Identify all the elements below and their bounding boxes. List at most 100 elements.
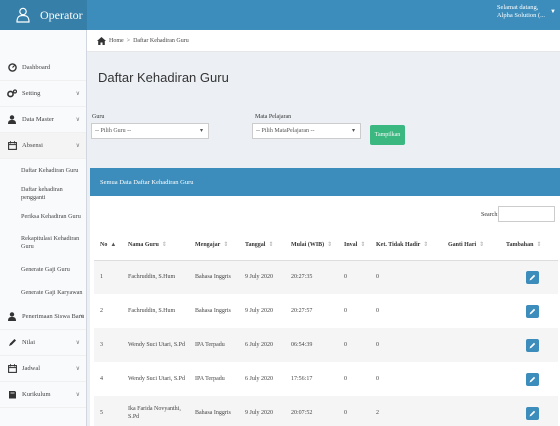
sort-icon: ⇕ — [360, 242, 366, 249]
sidebar-item-kurikulum[interactable]: Kurikulum ∨ — [0, 382, 86, 408]
tampilkan-button[interactable]: Tampilkan — [370, 125, 405, 145]
search-input[interactable] — [498, 206, 555, 222]
brand[interactable]: Operator — [0, 0, 87, 30]
user-menu[interactable]: Selamat datang, Alpha Solution (... ▼ — [497, 4, 556, 20]
chevron-down-icon: ▾ — [351, 128, 355, 134]
cell-tambahan — [500, 362, 558, 396]
column-header-mengajar[interactable]: Mengajar ⇕ — [189, 230, 239, 261]
mapel-label: Mata Pelajaran — [255, 114, 292, 120]
sidebar-item-data-master[interactable]: Data Master ∨ — [0, 107, 86, 133]
cell-nama-guru: Fachruddin, S.Hum — [128, 308, 176, 314]
cell-ganti-hari — [442, 396, 500, 426]
sidebar-subitem-generate-gaji-guru[interactable]: Generate Gaji Guru — [0, 258, 86, 281]
column-header-ket-tidak-hadir[interactable]: Ket. Tidak Hadir ⇕ — [370, 230, 442, 261]
cell-nama-guru: Ika Farida Novyanthi, S.Pd — [122, 396, 189, 426]
cell-no: 5 — [94, 396, 122, 426]
sidebar-subitem-periksa-kehadiran-guru[interactable]: Periksa Kehadiran Guru — [0, 205, 86, 228]
cell-ganti-hari — [442, 260, 500, 294]
cell-mulai: 20:27:35 — [285, 260, 338, 294]
cell-nama-guru: Wendy Suci Utari, S.Pd — [128, 376, 186, 382]
cell-mulai: 20:07:52 — [285, 396, 338, 426]
cell-mengajar: IPA Terpadu — [189, 328, 239, 362]
pencil-icon — [529, 410, 536, 416]
cell-mengajar: IPA Terpadu — [195, 376, 225, 382]
user-icon — [7, 115, 17, 125]
chevron-down-icon: ∨ — [75, 117, 80, 123]
column-header-nama-guru[interactable]: Nama Guru ⇕ — [122, 230, 189, 261]
sidebar-item-label: Setting — [22, 90, 41, 97]
table-row: 1 Fachruddin, S.Hum Bahasa Inggris 9 Jul… — [94, 260, 558, 294]
pencil-icon — [7, 338, 17, 348]
sidebar-item-dashboard[interactable]: Dashboard — [0, 55, 86, 81]
cell-no: 2 — [100, 308, 103, 314]
pencil-icon — [529, 274, 536, 281]
sort-icon: ⇕ — [161, 242, 167, 249]
calendar-icon — [7, 141, 17, 151]
page-title: Daftar Kehadiran Guru — [98, 70, 229, 85]
cell-nama-guru: Wendy Suci Utari, S.Pd — [122, 328, 189, 362]
home-icon — [97, 36, 106, 45]
cell-tanggal: 9 July 2020 — [239, 396, 285, 426]
guru-select[interactable]: -- Pilih Guru -- ▾ — [91, 123, 209, 139]
sidebar-subitem-daftar-kehadiran-guru[interactable]: Daftar Kehadiran Guru — [0, 159, 86, 182]
main-content: Home > Daftar Kehadiran Guru Daftar Keha… — [87, 30, 560, 426]
attendance-table: No ▲ Nama Guru ⇕ Mengajar ⇕ Tanggal ⇕ Mulai … — [94, 230, 558, 426]
sidebar-subitem-generate-gaji-karyawan[interactable]: Generate Gaji Karyawan — [0, 281, 86, 304]
sidebar: Dashboard Setting ∨ Data Master ∨ Absens… — [0, 30, 87, 426]
cell-tambahan — [500, 328, 558, 362]
cell-mengajar: Bahasa Inggris — [189, 260, 239, 294]
edit-button[interactable] — [526, 338, 539, 352]
cell-no: 3 — [94, 328, 122, 362]
gears-icon — [7, 89, 17, 99]
sort-icon: ⇕ — [423, 242, 429, 249]
cell-ket-tidak-hadir: 2 — [370, 396, 442, 426]
cell-ket-tidak-hadir: 0 — [370, 260, 442, 294]
edit-button[interactable] — [526, 406, 539, 420]
cell-inval: 0 — [338, 260, 370, 294]
calendar-icon — [7, 364, 17, 374]
cell-ganti-hari — [442, 362, 500, 396]
chevron-down-icon: ∨ — [75, 392, 80, 398]
chevron-down-icon: ∨ — [79, 314, 84, 320]
sort-asc-icon: ▲ — [110, 241, 117, 248]
cell-tanggal: 6 July 2020 — [245, 376, 274, 382]
cell-tambahan — [500, 294, 558, 328]
sidebar-item-jadwal[interactable]: Jadwal ∨ — [0, 356, 86, 382]
column-header-tambahan[interactable]: Tambahan ⇕ — [500, 230, 558, 261]
cell-tambahan — [500, 260, 558, 294]
edit-button[interactable] — [526, 372, 539, 386]
edit-button[interactable] — [526, 304, 539, 318]
cell-mulai: 06:54:39 — [285, 328, 338, 362]
breadcrumb-home-link[interactable]: Home — [109, 38, 124, 44]
sidebar-item-absensi[interactable]: Absensi ∨ — [0, 133, 86, 159]
sidebar-item-nilai[interactable]: Nilai ∨ — [0, 330, 86, 356]
cell-mengajar: Bahasa Inggris — [195, 308, 231, 314]
sort-icon: ⇕ — [536, 242, 542, 249]
mapel-select-value: -- Pilih MataPelajaran -- — [256, 128, 315, 134]
mapel-select[interactable]: -- Pilih MataPelajaran -- ▾ — [252, 123, 361, 139]
book-icon — [7, 390, 17, 400]
column-header-mulai[interactable]: Mulai (WIB) ⇕ — [285, 230, 338, 261]
sort-icon: ⇕ — [479, 242, 485, 249]
cell-nama-guru: Fachruddin, S.Hum — [122, 260, 189, 294]
sidebar-item-label: Absensi — [22, 142, 43, 149]
sidebar-item-penerimaan-siswa-baru[interactable]: Penerimaan Siswa Baru ∨ — [0, 304, 86, 330]
sort-icon: ⇕ — [268, 242, 274, 249]
column-header-tanggal[interactable]: Tanggal ⇕ — [239, 230, 285, 261]
sidebar-item-label: Jadwal — [22, 365, 41, 372]
chevron-down-icon: ∨ — [75, 91, 80, 97]
column-header-inval[interactable]: Inval ⇕ — [338, 230, 370, 261]
column-header-no[interactable]: No ▲ — [94, 230, 122, 261]
cell-inval: 0 — [344, 308, 347, 314]
pencil-icon — [529, 376, 536, 382]
chevron-down-icon: ▾ — [199, 128, 203, 134]
breadcrumb: Home > Daftar Kehadiran Guru — [87, 30, 560, 52]
table-row: 4 Wendy Suci Utari, S.Pd IPA Terpadu 6 J… — [94, 362, 558, 396]
sidebar-item-setting[interactable]: Setting ∨ — [0, 81, 86, 107]
column-header-ganti-hari[interactable]: Ganti Hari ⇕ — [442, 230, 500, 261]
caret-down-icon: ▼ — [550, 9, 556, 15]
sidebar-subitem-daftar-kehadiran-pengganti[interactable]: Daftar kehadiran pengganti — [0, 182, 86, 205]
sidebar-subitem-rekapitulasi-kehadiran-guru[interactable]: Rekapitulasi Kehadiran Guru — [0, 228, 86, 258]
edit-button[interactable] — [526, 270, 539, 284]
sidebar-item-label: Nilai — [22, 339, 35, 346]
